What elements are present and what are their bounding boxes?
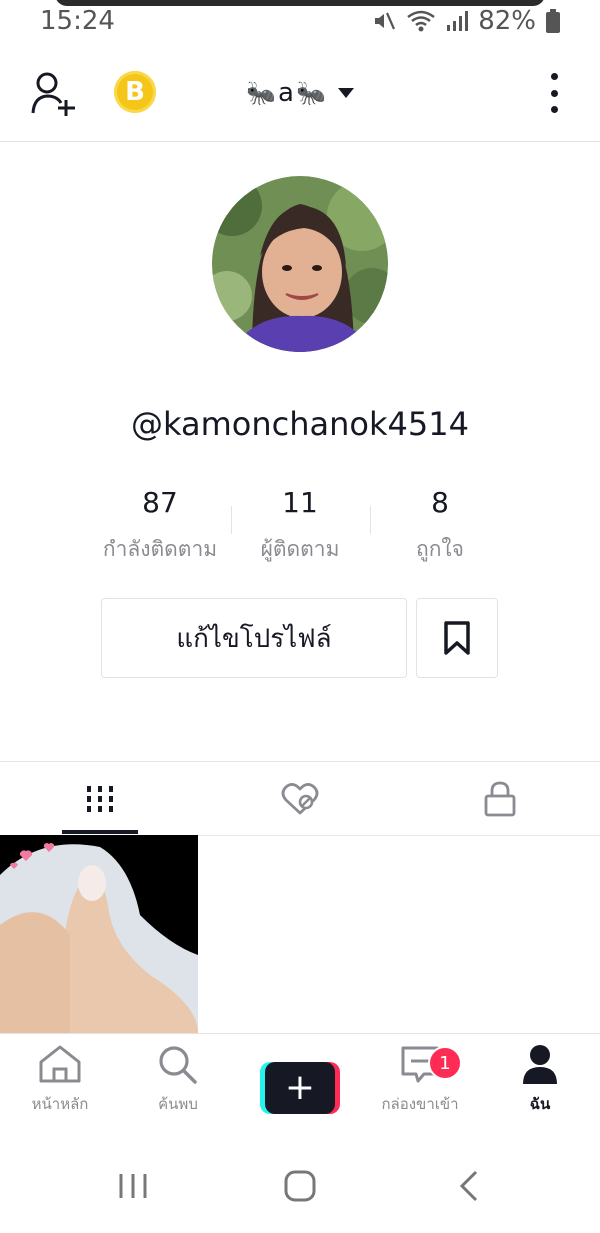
nav-inbox-label: กล่องขาเข้า — [381, 1095, 459, 1113]
likes-stat: 8 ถูกใจ — [380, 486, 500, 566]
video-thumbnail[interactable] — [0, 835, 198, 1033]
wifi-icon — [407, 10, 435, 32]
status-time: 15:24 — [40, 6, 115, 36]
likes-label: ถูกใจ — [416, 537, 464, 561]
stat-divider — [370, 506, 371, 534]
likes-count: 8 — [431, 486, 449, 519]
nav-me-label: ฉัน — [529, 1095, 551, 1113]
display-name-letter: a — [278, 78, 294, 108]
bottom-navigation: หน้าหลัก ค้นพบ + กล่องขาเข้า ฉัน — [0, 1033, 600, 1134]
more-menu-icon[interactable] — [540, 73, 568, 113]
account-switcher[interactable]: 🐜 a 🐜 — [230, 73, 370, 113]
tab-liked[interactable] — [200, 762, 400, 835]
chevron-down-icon — [337, 88, 354, 98]
avatar[interactable] — [212, 176, 388, 352]
battery-icon — [546, 9, 560, 33]
nav-home[interactable]: หน้าหลัก — [0, 1044, 120, 1116]
nav-me[interactable]: ฉัน — [480, 1044, 600, 1116]
liked-hidden-icon — [281, 782, 319, 814]
mute-icon — [375, 12, 396, 30]
edit-profile-button[interactable]: แก้ไขโปรไฟล์ — [101, 598, 407, 678]
profile-icon — [523, 1045, 557, 1084]
bookmark-icon — [444, 621, 470, 655]
username: @kamonchanok4514 — [131, 405, 469, 443]
ant-emoji: 🐜 — [295, 79, 326, 107]
nav-inbox[interactable]: กล่องขาเข้า — [360, 1044, 480, 1116]
nav-home-label: หน้าหลัก — [31, 1095, 89, 1113]
add-user-icon[interactable] — [30, 71, 80, 117]
active-tab-indicator — [62, 830, 138, 834]
status-icons: 82% — [372, 6, 560, 36]
stat-divider — [231, 506, 232, 534]
ant-emoji: 🐜 — [246, 79, 277, 107]
system-navigation — [0, 1140, 600, 1233]
lock-icon — [484, 781, 516, 816]
followers-label: ผู้ติดตาม — [260, 537, 340, 561]
followers-stat[interactable]: 11 ผู้ติดตาม — [240, 486, 360, 566]
create-plus-icon: + — [265, 1062, 335, 1114]
back-icon[interactable] — [456, 1170, 482, 1202]
profile-header: B 🐜 a 🐜 — [0, 55, 600, 142]
favorites-button[interactable] — [416, 598, 498, 678]
recent-apps-icon[interactable] — [117, 1170, 149, 1202]
profile-tabs — [0, 761, 600, 836]
search-icon — [159, 1046, 197, 1084]
signal-icon — [447, 11, 469, 31]
grid-icon — [87, 785, 113, 812]
following-label: กำลังติดตาม — [102, 537, 218, 561]
following-count: 87 — [142, 486, 178, 519]
nav-discover-label: ค้นพบ — [158, 1095, 198, 1113]
create-button[interactable]: + — [260, 1062, 340, 1114]
coin-icon[interactable]: B — [114, 71, 156, 113]
followers-count: 11 — [282, 486, 318, 519]
home-button-icon[interactable] — [284, 1170, 316, 1202]
home-icon — [39, 1045, 81, 1083]
following-stat[interactable]: 87 กำลังติดตาม — [88, 486, 232, 566]
tab-private[interactable] — [400, 762, 600, 835]
tab-videos[interactable] — [0, 762, 200, 835]
nav-discover[interactable]: ค้นพบ — [118, 1044, 238, 1116]
inbox-badge: 1 — [428, 1046, 462, 1080]
battery-percent: 82% — [478, 6, 536, 36]
